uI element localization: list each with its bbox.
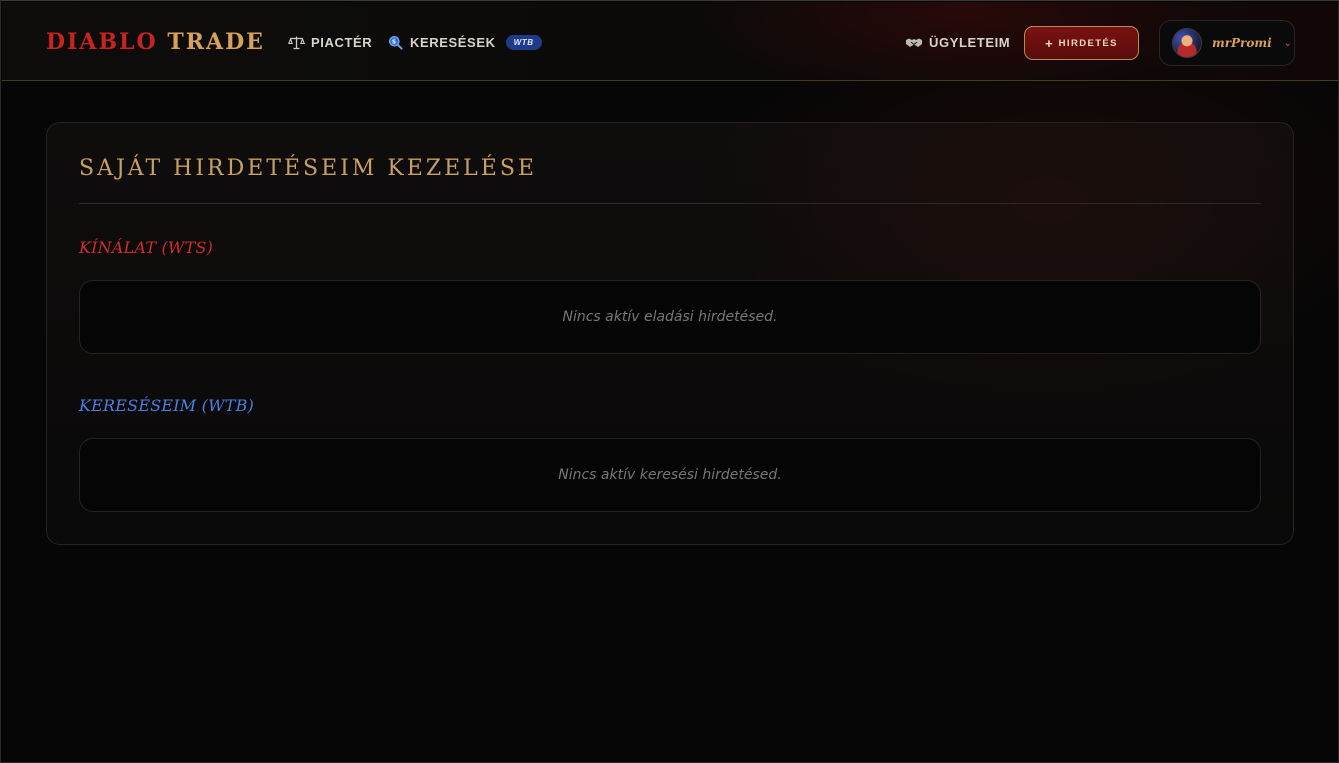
- brand-word-trade: TRADE: [167, 29, 265, 55]
- user-name: mrPromi: [1212, 36, 1272, 50]
- brand-word-diablo: DIABLO: [46, 29, 158, 55]
- new-listing-button[interactable]: + HIRDETÉS: [1024, 26, 1139, 60]
- wtb-badge: WTB: [505, 34, 542, 50]
- title-divider: [79, 203, 1261, 204]
- nav-deals-link[interactable]: ÜGYLETEIM: [905, 32, 1010, 52]
- user-menu[interactable]: mrPromi ⌄: [1159, 20, 1295, 66]
- nav-deals-label: ÜGYLETEIM: [929, 34, 1011, 50]
- wtb-empty-state: Nincs aktív keresési hirdetésed.: [79, 438, 1261, 512]
- nav-searches-link[interactable]: $ KERESÉSEK WTB: [386, 32, 542, 52]
- svg-text:$: $: [391, 38, 396, 45]
- app-window: DIABLO TRADE PIACTÉR $ KERESÉSEK WTB ÜGY…: [0, 0, 1339, 763]
- wtb-section-heading: KERESÉSEIM (WTB): [79, 396, 254, 415]
- nav-searches-label: KERESÉSEK: [410, 34, 496, 50]
- nav-marketplace-link[interactable]: PIACTÉR: [287, 32, 372, 52]
- top-navbar: DIABLO TRADE PIACTÉR $ KERESÉSEK WTB ÜGY…: [2, 2, 1338, 81]
- wtb-empty-message: Nincs aktív keresési hirdetésed.: [558, 467, 782, 483]
- my-listings-panel: SAJÁT HIRDETÉSEIM KEZELÉSE KÍNÁLAT (WTS)…: [46, 122, 1294, 545]
- new-listing-label: HIRDETÉS: [1058, 37, 1118, 49]
- wts-section-heading: KÍNÁLAT (WTS): [79, 238, 214, 257]
- search-icon: $: [386, 33, 404, 51]
- brand-logo[interactable]: DIABLO TRADE: [46, 28, 265, 56]
- scales-icon: [287, 33, 305, 51]
- handshake-icon: [905, 33, 923, 51]
- wts-empty-message: Nincs aktív eladási hirdetésed.: [562, 309, 778, 325]
- page-title: SAJÁT HIRDETÉSEIM KEZELÉSE: [79, 156, 537, 181]
- avatar: [1172, 28, 1202, 58]
- plus-icon: +: [1045, 35, 1053, 51]
- wts-empty-state: Nincs aktív eladási hirdetésed.: [79, 280, 1261, 354]
- chevron-down-icon: ⌄: [1283, 37, 1293, 49]
- nav-marketplace-label: PIACTÉR: [311, 34, 373, 50]
